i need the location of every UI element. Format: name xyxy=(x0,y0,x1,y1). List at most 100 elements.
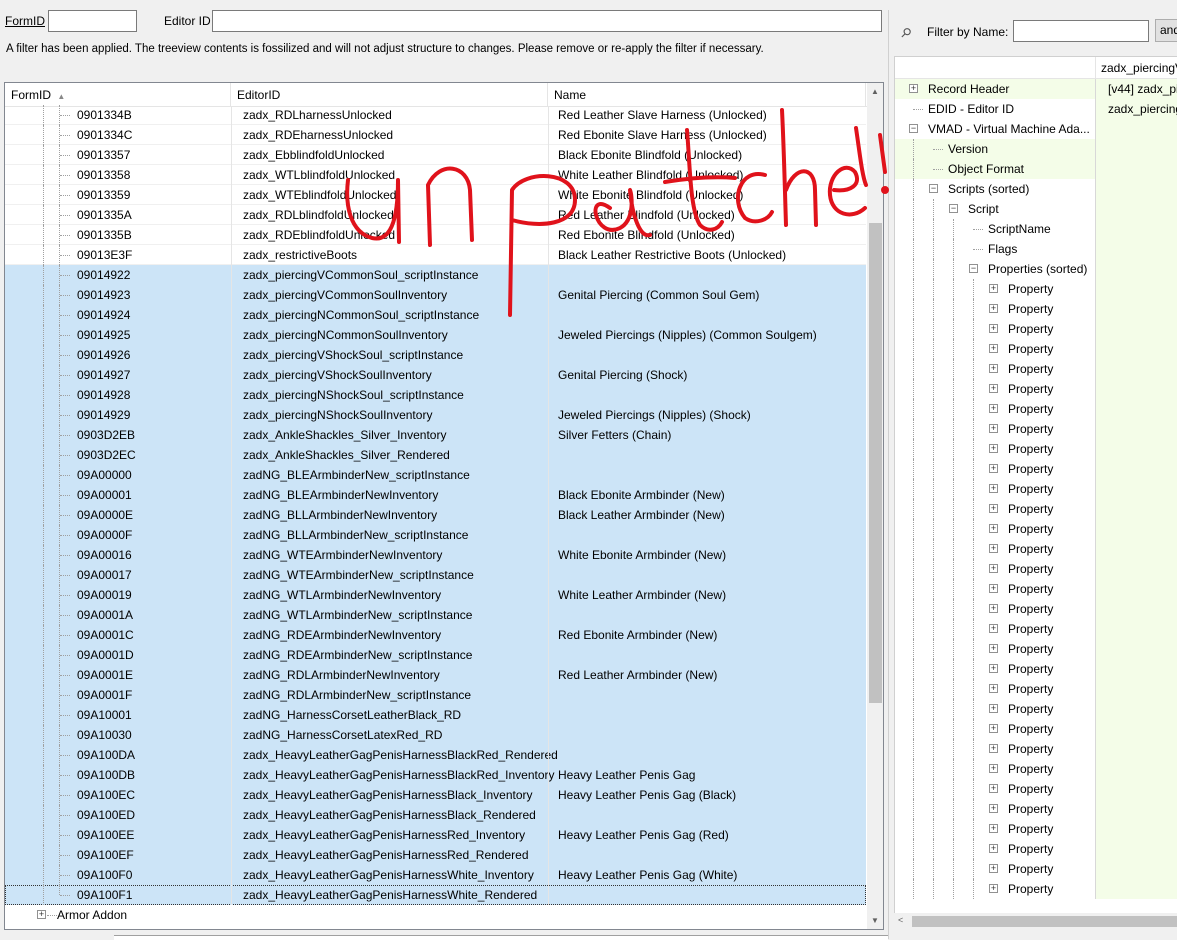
scroll-up-icon[interactable]: ▲ xyxy=(871,87,879,96)
expand-icon[interactable]: + xyxy=(989,804,998,813)
value-cell[interactable] xyxy=(1095,819,1177,839)
value-cell[interactable] xyxy=(1095,419,1177,439)
table-row[interactable]: 09013358 zadx_WTLblindfoldUnlocked White L… xyxy=(5,165,866,185)
and-button[interactable]: and xyxy=(1155,19,1177,42)
value-cell[interactable] xyxy=(1095,639,1177,659)
expand-icon[interactable]: + xyxy=(989,744,998,753)
pin-icon[interactable]: ⚲ xyxy=(897,24,914,42)
value-cell[interactable] xyxy=(1095,879,1177,899)
record-element-row[interactable]: − Properties (sorted) xyxy=(895,259,1177,279)
expand-icon[interactable]: + xyxy=(989,344,998,353)
record-element-row[interactable]: + Property xyxy=(895,479,1177,499)
record-element-row[interactable]: + Property xyxy=(895,279,1177,299)
table-row[interactable]: 09A00019 zadNG_WTLArmbinderNewInventory Wh… xyxy=(5,585,866,605)
collapse-icon[interactable]: − xyxy=(929,184,938,193)
table-row[interactable]: 09013359 zadx_WTEblindfoldUnlocked White E… xyxy=(5,185,866,205)
horizontal-scrollbar[interactable]: < xyxy=(894,913,1177,930)
scroll-down-icon[interactable]: ▼ xyxy=(871,916,879,925)
record-element-row[interactable]: + Property xyxy=(895,779,1177,799)
value-cell[interactable] xyxy=(1095,859,1177,879)
value-cell[interactable] xyxy=(1095,159,1177,179)
record-element-row[interactable]: Object Format xyxy=(895,159,1177,179)
table-row[interactable]: 09014925 zadx_piercingNCommonSoulInventor… xyxy=(5,325,866,345)
expand-icon[interactable]: + xyxy=(989,284,998,293)
table-row[interactable]: 0903D2EC zadx_AnkleShackles_Silver_Render… xyxy=(5,445,866,465)
expand-icon[interactable]: + xyxy=(989,764,998,773)
table-row[interactable]: 09A00000 zadNG_BLEArmbinderNew_scriptInst… xyxy=(5,465,866,485)
table-row[interactable]: 09A0001D zadNG_RDEArmbinderNew_scriptInst… xyxy=(5,645,866,665)
table-row[interactable]: 0901334B zadx_RDLharnessUnlocked Red Leath… xyxy=(5,105,866,125)
table-row[interactable]: 09A10030 zadNG_HarnessCorsetLatexRed_RD xyxy=(5,725,866,745)
value-cell[interactable] xyxy=(1095,679,1177,699)
scrollbar-thumb[interactable] xyxy=(869,223,882,703)
record-element-row[interactable]: + Property xyxy=(895,719,1177,739)
value-cell[interactable] xyxy=(1095,579,1177,599)
expand-icon[interactable]: + xyxy=(989,304,998,313)
record-element-row[interactable]: + Property xyxy=(895,619,1177,639)
expand-icon[interactable]: + xyxy=(989,824,998,833)
table-row[interactable]: 09014924 zadx_piercingNCommonSoul_scriptI… xyxy=(5,305,866,325)
record-element-row[interactable]: + Property xyxy=(895,299,1177,319)
value-cell[interactable] xyxy=(1095,139,1177,159)
table-row[interactable]: 09A0001A zadNG_WTLArmbinderNew_scriptInst… xyxy=(5,605,866,625)
value-cell[interactable] xyxy=(1095,119,1177,139)
column-header-name[interactable]: Name xyxy=(548,83,866,106)
table-row[interactable]: 09A0000F zadNG_BLLArmbinderNew_scriptInst… xyxy=(5,525,866,545)
table-row[interactable]: 09A0001F zadNG_RDLArmbinderNew_scriptInst… xyxy=(5,685,866,705)
table-row[interactable]: 09A10001 zadNG_HarnessCorsetLeatherBlack_… xyxy=(5,705,866,725)
value-cell[interactable] xyxy=(1095,339,1177,359)
table-row[interactable]: 09A00017 zadNG_WTEArmbinderNew_scriptInst… xyxy=(5,565,866,585)
table-row[interactable]: 09A100EF zadx_HeavyLeatherGagPenisHarness… xyxy=(5,845,866,865)
column-header-formid[interactable]: FormID ▲ xyxy=(5,83,231,106)
scrollbar-thumb[interactable] xyxy=(912,916,1177,927)
expand-icon[interactable]: + xyxy=(989,364,998,373)
record-element-row[interactable]: + Property xyxy=(895,559,1177,579)
record-element-row[interactable]: Version xyxy=(895,139,1177,159)
value-cell[interactable] xyxy=(1095,719,1177,739)
value-cell[interactable] xyxy=(1095,559,1177,579)
table-row[interactable]: 09A00001 zadNG_BLEArmbinderNewInventory Bl… xyxy=(5,485,866,505)
record-element-row[interactable]: + Property xyxy=(895,339,1177,359)
table-row[interactable]: 09A100F1 zadx_HeavyLeatherGagPenisHarness… xyxy=(5,885,866,905)
expand-icon[interactable]: + xyxy=(989,544,998,553)
record-element-row[interactable]: + Property xyxy=(895,879,1177,899)
value-cell[interactable] xyxy=(1095,799,1177,819)
table-row[interactable]: 09014928 zadx_piercingNShockSoul_scriptIn… xyxy=(5,385,866,405)
value-cell[interactable] xyxy=(1095,439,1177,459)
record-element-row[interactable]: + Property xyxy=(895,459,1177,479)
value-cell[interactable] xyxy=(1095,259,1177,279)
table-row[interactable]: 09A0000E zadNG_BLLArmbinderNewInventory Bl… xyxy=(5,505,866,525)
table-row[interactable]: 09014927 zadx_piercingVShockSoulInventory… xyxy=(5,365,866,385)
expand-icon[interactable]: + xyxy=(989,664,998,673)
value-cell[interactable] xyxy=(1095,759,1177,779)
record-element-row[interactable]: ScriptName xyxy=(895,219,1177,239)
table-row[interactable]: 09A0001C zadNG_RDEArmbinderNewInventory Re… xyxy=(5,625,866,645)
record-element-row[interactable]: + Property xyxy=(895,759,1177,779)
record-element-row[interactable]: + Property xyxy=(895,739,1177,759)
collapse-icon[interactable]: − xyxy=(969,264,978,273)
scroll-left-icon[interactable]: < xyxy=(898,915,903,925)
value-cell[interactable] xyxy=(1095,179,1177,199)
value-cell[interactable] xyxy=(1095,739,1177,759)
record-element-row[interactable]: + Property xyxy=(895,799,1177,819)
vertical-scrollbar[interactable]: ▲ ▼ xyxy=(867,83,883,929)
record-element-row[interactable]: + Property xyxy=(895,839,1177,859)
record-element-row[interactable]: + Property xyxy=(895,819,1177,839)
table-row[interactable]: 09014922 zadx_piercingVCommonSoul_scriptI… xyxy=(5,265,866,285)
table-row[interactable]: 09013357 zadx_EbblindfoldUnlocked Black Eb… xyxy=(5,145,866,165)
expand-icon[interactable]: + xyxy=(989,704,998,713)
record-element-row[interactable]: + Property xyxy=(895,399,1177,419)
record-element-row[interactable]: + Property xyxy=(895,699,1177,719)
expand-icon[interactable]: + xyxy=(909,84,918,93)
record-element-row[interactable]: + Property xyxy=(895,379,1177,399)
expand-icon[interactable]: + xyxy=(989,564,998,573)
table-row[interactable]: 0901335B zadx_RDEblindfoldUnlocked Red Ebo… xyxy=(5,225,866,245)
record-element-row[interactable]: − Scripts (sorted) xyxy=(895,179,1177,199)
collapse-icon[interactable]: − xyxy=(909,124,918,133)
formid-input[interactable] xyxy=(48,10,137,32)
expand-icon[interactable]: + xyxy=(989,384,998,393)
value-cell[interactable] xyxy=(1095,539,1177,559)
value-cell[interactable] xyxy=(1095,279,1177,299)
value-cell[interactable] xyxy=(1095,659,1177,679)
expand-icon[interactable]: + xyxy=(989,524,998,533)
